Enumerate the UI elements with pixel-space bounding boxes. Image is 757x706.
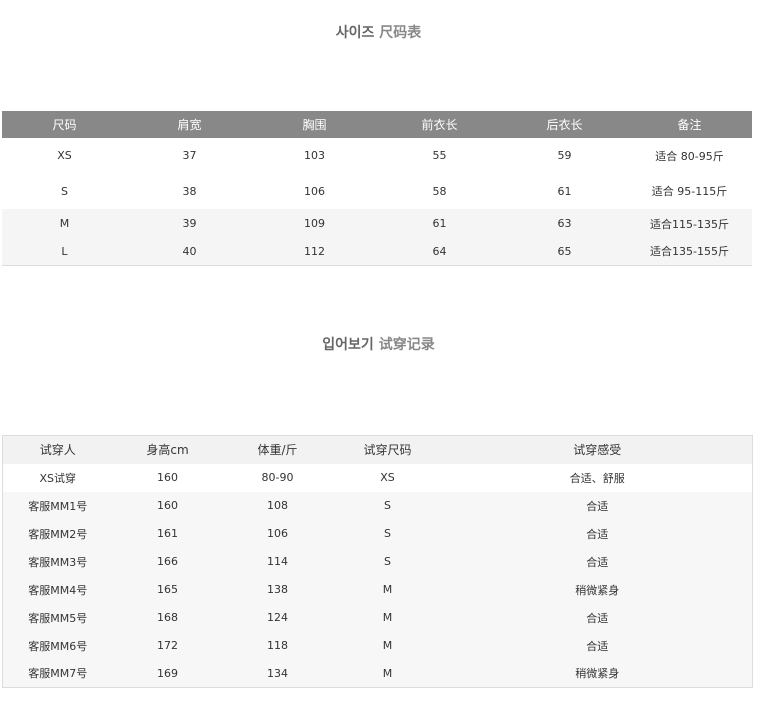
try-on-row: 客服MM6号 172 118 M 合适 — [2, 631, 753, 660]
try-on-cell: M — [332, 631, 443, 660]
size-chart-cell: XS — [2, 138, 127, 173]
try-on-cell: 108 — [222, 491, 333, 520]
size-chart-cell: 63 — [502, 209, 627, 238]
size-chart-table: 尺码 肩宽 胸围 前衣长 后衣长 备注 XS 37 103 55 59 适合 80-95斤 S 38 10… — [2, 111, 752, 266]
try-on-row: 客服MM7号 169 134 M 稍微紧身 — [2, 659, 753, 688]
size-chart-header-cell: 肩宽 — [127, 111, 252, 138]
size-chart-cell: 适合135-155斤 — [627, 238, 752, 265]
size-chart-cell: 39 — [127, 209, 252, 238]
size-chart-cell: 109 — [252, 209, 377, 238]
size-chart-cell: 37 — [127, 138, 252, 173]
try-on-row: 客服MM2号 161 106 S 合适 — [2, 519, 753, 548]
try-on-cell: 合适、舒服 — [442, 463, 753, 492]
try-on-cell: 稍微紧身 — [442, 575, 753, 604]
try-on-cell: S — [332, 491, 443, 520]
size-chart-cell: 40 — [127, 238, 252, 265]
size-chart-header-cell: 前衣长 — [377, 111, 502, 138]
try-on-cell: 106 — [222, 519, 333, 548]
try-on-table: 试穿人 身高cm 体重/斤 试穿尺码 试穿感受 XS试穿 160 80-90 XS 合适、舒服客… — [2, 435, 753, 688]
try-on-header-cell: 试穿尺码 — [332, 435, 443, 464]
try-on-body: XS试穿 160 80-90 XS 合适、舒服 客服MM1号 160 108 S 合适 客服MM2号… — [2, 463, 753, 688]
try-on-header-cell: 身高cm — [112, 435, 223, 464]
try-on-row: 客服MM4号 165 138 M 稍微紧身 — [2, 575, 753, 604]
try-on-cell: 客服MM3号 — [2, 547, 113, 576]
try-on-cell: 134 — [222, 659, 333, 688]
try-on-row: 客服MM1号 160 108 S 合适 — [2, 491, 753, 520]
try-on-cell: S — [332, 519, 443, 548]
try-on-cell: 客服MM5号 — [2, 603, 113, 632]
try-on-cell: 165 — [112, 575, 223, 604]
size-chart-body: XS 37 103 55 59 适合 80-95斤 S 38 106 58 61 适合 95-115斤… — [2, 138, 752, 265]
size-chart-header-row: 尺码 肩宽 胸围 前衣长 后衣长 备注 — [2, 111, 752, 138]
try-on-header-row: 试穿人 身高cm 体重/斤 试穿尺码 试穿感受 — [2, 435, 753, 464]
try-on-cell: 客服MM6号 — [2, 631, 113, 660]
try-on-cell: 114 — [222, 547, 333, 576]
try-on-cell: 稍微紧身 — [442, 659, 753, 688]
size-chart-header-cell: 胸围 — [252, 111, 377, 138]
size-chart-cell: L — [2, 238, 127, 265]
size-chart-title-ko: 사이즈 — [335, 25, 375, 41]
try-on-cell: 160 — [112, 491, 223, 520]
try-on-cell: M — [332, 659, 443, 688]
try-on-cell: 客服MM4号 — [2, 575, 113, 604]
size-chart-header-cell: 后衣长 — [502, 111, 627, 138]
size-chart-cell: 61 — [502, 173, 627, 209]
size-chart-cell: 106 — [252, 173, 377, 209]
try-on-cell: 138 — [222, 575, 333, 604]
size-chart-cell: 38 — [127, 173, 252, 209]
try-on-cell: 80-90 — [222, 463, 333, 492]
try-on-cell: 合适 — [442, 603, 753, 632]
try-on-title: 입어보기 试穿记录 — [0, 334, 757, 354]
size-chart-title-zh: 尺码表 — [379, 25, 422, 41]
try-on-cell: 合适 — [442, 631, 753, 660]
size-chart-cell: 112 — [252, 238, 377, 265]
try-on-row: 客服MM5号 168 124 M 合适 — [2, 603, 753, 632]
try-on-cell: M — [332, 603, 443, 632]
size-chart-cell: 65 — [502, 238, 627, 265]
try-on-cell: XS试穿 — [2, 463, 113, 492]
size-chart-cell: 适合 80-95斤 — [627, 138, 752, 173]
try-on-cell: M — [332, 575, 443, 604]
try-on-title-zh: 试穿记录 — [378, 337, 435, 353]
try-on-row: XS试穿 160 80-90 XS 合适、舒服 — [2, 463, 753, 492]
try-on-cell: 客服MM7号 — [2, 659, 113, 688]
size-chart-row: XS 37 103 55 59 适合 80-95斤 — [2, 138, 752, 173]
size-chart-cell: M — [2, 209, 127, 238]
try-on-cell: 客服MM2号 — [2, 519, 113, 548]
try-on-header-cell: 试穿感受 — [442, 435, 753, 464]
size-chart-cell: 58 — [377, 173, 502, 209]
size-chart-row: S 38 106 58 61 适合 95-115斤 — [2, 173, 752, 209]
try-on-header-cell: 试穿人 — [2, 435, 113, 464]
size-chart-cell: 59 — [502, 138, 627, 173]
size-chart-header-cell: 尺码 — [2, 111, 127, 138]
size-chart-header-cell: 备注 — [627, 111, 752, 138]
try-on-cell: 合适 — [442, 547, 753, 576]
try-on-cell: 172 — [112, 631, 223, 660]
try-on-row: 客服MM3号 166 114 S 合适 — [2, 547, 753, 576]
try-on-cell: 客服MM1号 — [2, 491, 113, 520]
try-on-cell: 168 — [112, 603, 223, 632]
try-on-cell: 124 — [222, 603, 333, 632]
try-on-header-cell: 体重/斤 — [222, 435, 333, 464]
size-chart-cell: 61 — [377, 209, 502, 238]
size-chart-title: 사이즈 尺码表 — [0, 22, 757, 42]
size-chart-row: M 39 109 61 63 适合115-135斤 — [2, 209, 752, 238]
try-on-cell: 169 — [112, 659, 223, 688]
size-chart-row: L 40 112 64 65 适合135-155斤 — [2, 238, 752, 265]
try-on-cell: XS — [332, 463, 443, 492]
size-chart-cell: 适合115-135斤 — [627, 209, 752, 238]
try-on-cell: 160 — [112, 463, 223, 492]
size-chart-cell: 55 — [377, 138, 502, 173]
size-chart-cell: 适合 95-115斤 — [627, 173, 752, 209]
size-chart-cell: 103 — [252, 138, 377, 173]
try-on-cell: S — [332, 547, 443, 576]
try-on-cell: 166 — [112, 547, 223, 576]
try-on-cell: 118 — [222, 631, 333, 660]
size-chart-cell: S — [2, 173, 127, 209]
try-on-cell: 合适 — [442, 519, 753, 548]
try-on-cell: 161 — [112, 519, 223, 548]
try-on-title-ko: 입어보기 — [322, 337, 374, 353]
try-on-cell: 合适 — [442, 491, 753, 520]
size-chart-cell: 64 — [377, 238, 502, 265]
